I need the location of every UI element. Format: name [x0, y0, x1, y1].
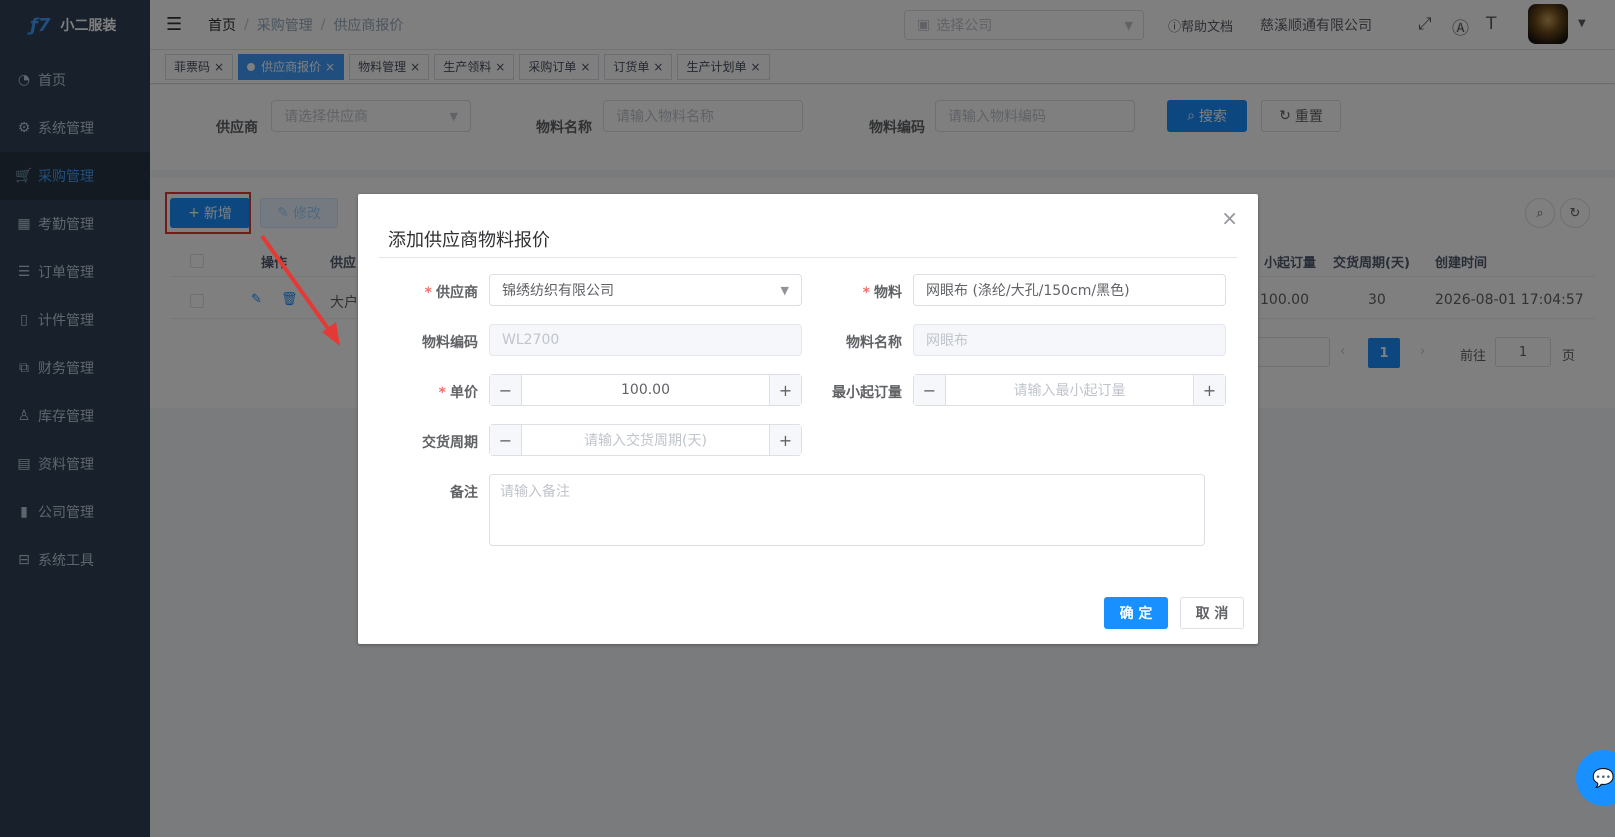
cancel-button[interactable]: 取 消 — [1180, 597, 1244, 629]
required-marker: * — [424, 285, 432, 301]
material-select-value: 网眼布 (涤纶/大孔/150cm/黑色) — [926, 283, 1130, 299]
minus-icon[interactable]: − — [490, 375, 522, 405]
material-name-field: 网眼布 — [913, 324, 1226, 356]
plus-icon[interactable]: + — [769, 425, 801, 455]
close-icon[interactable]: × — [1221, 206, 1238, 230]
add-quote-dialog: 添加供应商物料报价 × * 供应商 锦绣纺织有限公司 ▼ * 物料 网眼布 (涤纶/… — [358, 194, 1258, 644]
lead-time-stepper[interactable]: − 请输入交货周期(天) + — [489, 424, 802, 456]
lead-time-label: 交货周期 — [422, 435, 478, 451]
supplier-select[interactable]: 锦绣纺织有限公司 ▼ — [489, 274, 802, 306]
chevron-down-icon: ▼ — [780, 283, 789, 297]
minus-icon[interactable]: − — [914, 375, 946, 405]
lead-time-placeholder[interactable]: 请输入交货周期(天) — [522, 425, 769, 455]
dialog-divider — [378, 257, 1238, 258]
confirm-button[interactable]: 确 定 — [1104, 597, 1168, 629]
plus-icon[interactable]: + — [769, 375, 801, 405]
chat-icon: 💬 — [1592, 767, 1615, 789]
unit-price-label-text: 单价 — [450, 385, 478, 401]
supplier-label: * 供应商 — [378, 282, 478, 302]
plus-icon[interactable]: + — [1193, 375, 1225, 405]
material-code-value: WL2700 — [502, 332, 560, 348]
dialog-title: 添加供应商物料报价 — [388, 230, 550, 251]
unit-price-stepper[interactable]: − 100.00 + — [489, 374, 802, 406]
remark-label: 备注 — [450, 485, 478, 501]
material-name-label: 物料名称 — [846, 335, 902, 351]
moq-label: 最小起订量 — [832, 385, 902, 401]
moq-placeholder[interactable]: 请输入最小起订量 — [946, 375, 1193, 405]
material-label: * 物料 — [802, 282, 902, 302]
material-label-text: 物料 — [874, 285, 902, 301]
supplier-select-value: 锦绣纺织有限公司 — [502, 283, 614, 299]
minus-icon[interactable]: − — [490, 425, 522, 455]
material-code-field: WL2700 — [489, 324, 802, 356]
moq-stepper[interactable]: − 请输入最小起订量 + — [913, 374, 1226, 406]
unit-price-value[interactable]: 100.00 — [522, 375, 769, 405]
supplier-label-text: 供应商 — [436, 285, 478, 301]
required-marker: * — [438, 385, 446, 401]
unit-price-label: * 单价 — [378, 382, 478, 402]
remark-textarea[interactable]: 请输入备注 — [489, 474, 1205, 546]
required-marker: * — [862, 285, 870, 301]
material-code-label: 物料编码 — [422, 335, 478, 351]
material-select[interactable]: 网眼布 (涤纶/大孔/150cm/黑色) — [913, 274, 1226, 306]
material-name-value: 网眼布 — [926, 333, 968, 349]
